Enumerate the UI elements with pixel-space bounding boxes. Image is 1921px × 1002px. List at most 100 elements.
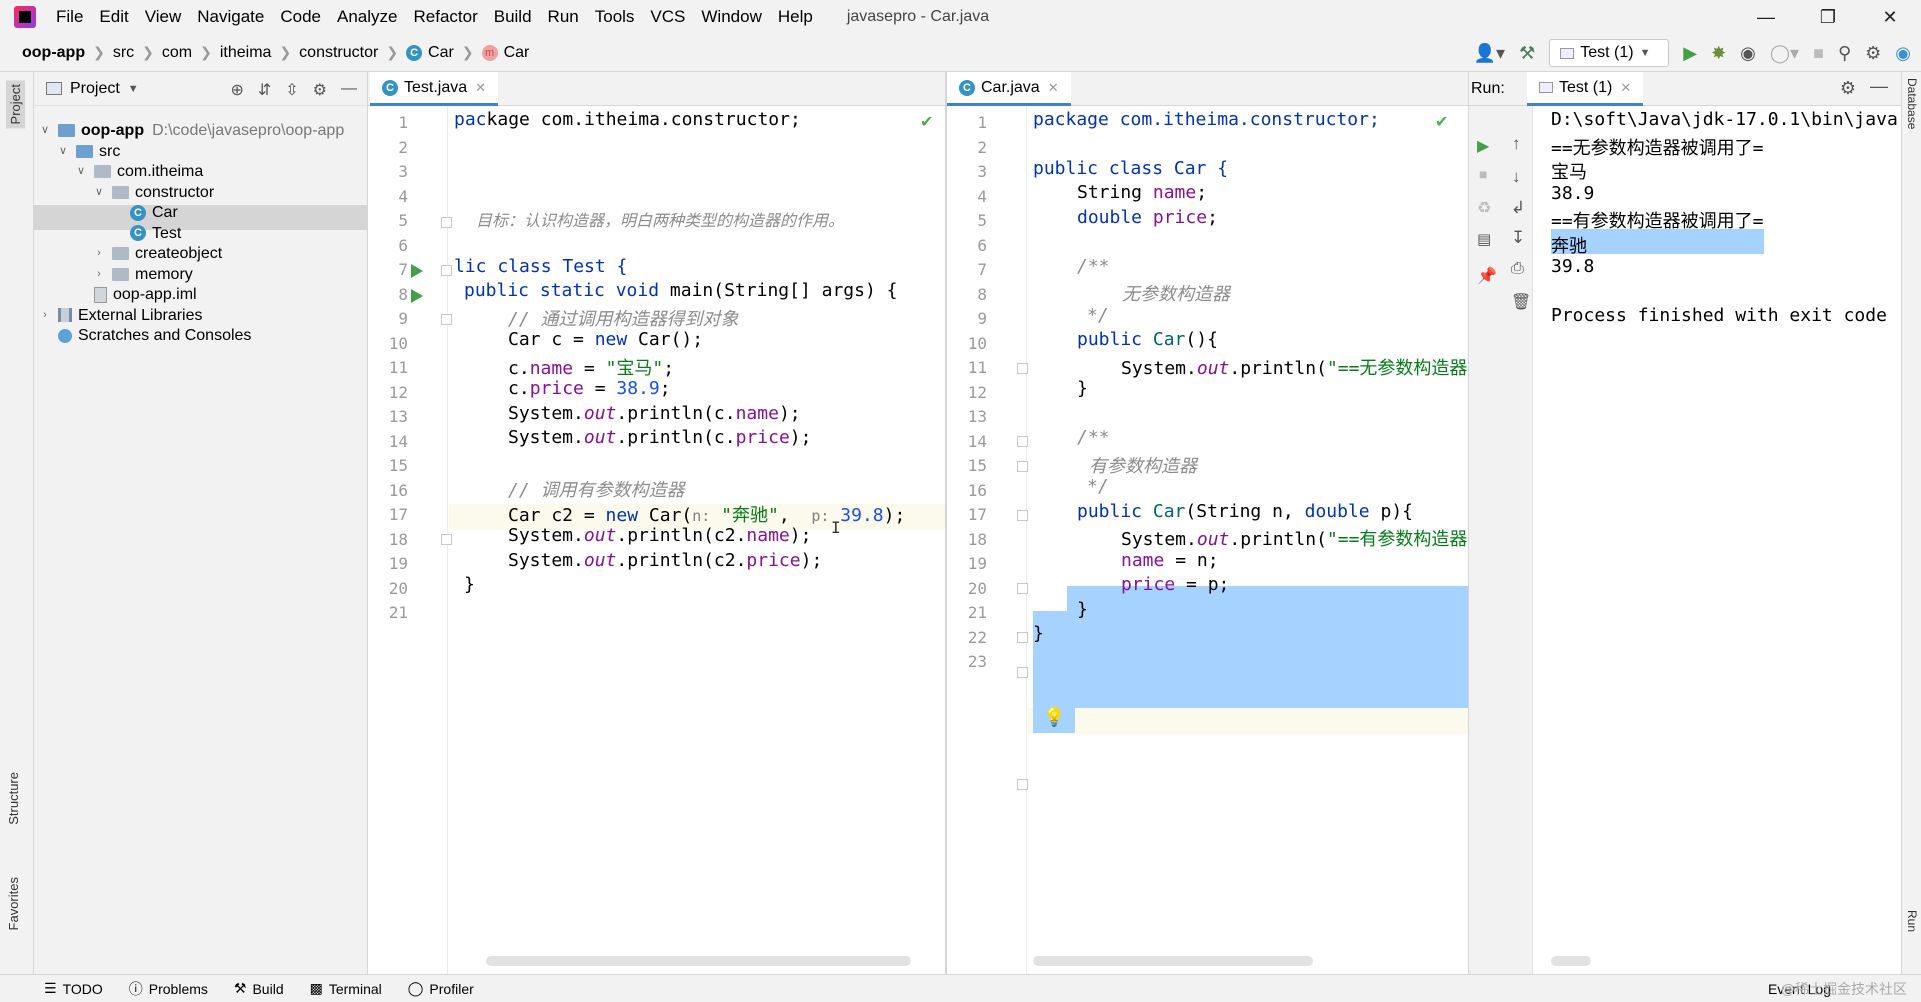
code-line-14[interactable]: /** bbox=[1077, 427, 1110, 448]
menu-code[interactable]: Code bbox=[272, 0, 329, 34]
code-line-13[interactable]: System.out.println(c.price); bbox=[508, 427, 811, 448]
layout-icon[interactable]: ▤ bbox=[1477, 230, 1491, 248]
code-line-5[interactable]: double price; bbox=[1077, 207, 1218, 228]
expand-all-icon[interactable]: ⇵ bbox=[258, 80, 271, 100]
tree-item[interactable]: Scratches and Consoles bbox=[38, 323, 251, 348]
run-configuration-select[interactable]: Test (1) ▼ bbox=[1549, 39, 1670, 67]
menu-build[interactable]: Build bbox=[486, 0, 540, 34]
stop-icon[interactable]: ■ bbox=[1479, 166, 1487, 182]
code-line-7[interactable]: public static void main(String[] args) { bbox=[464, 280, 897, 301]
code-line-6[interactable]: lic class Test { bbox=[454, 256, 627, 277]
code-line-20[interactable]: price = p; bbox=[1121, 574, 1229, 595]
todo-tool-button[interactable]: ☰ TODO bbox=[44, 980, 103, 997]
chevron-down-icon[interactable]: ∨ bbox=[38, 118, 52, 143]
terminal-tool-button[interactable]: ▩ Terminal bbox=[310, 980, 382, 997]
project-panel-title[interactable]: Project bbox=[70, 80, 120, 98]
code-line-15[interactable]: 有参数构造器 bbox=[1089, 452, 1197, 478]
close-tab-icon[interactable]: ✕ bbox=[1620, 80, 1631, 96]
code-line-7[interactable]: /** bbox=[1077, 256, 1110, 277]
fold-marker-icon[interactable] bbox=[1017, 632, 1028, 643]
fold-marker-icon[interactable] bbox=[1017, 436, 1028, 447]
chevron-down-icon[interactable]: ∨ bbox=[56, 139, 70, 164]
code-line-22[interactable]: } bbox=[1033, 623, 1044, 644]
breadcrumb-constructor[interactable]: constructor bbox=[299, 44, 378, 62]
structure-tool-tab[interactable]: Structure bbox=[6, 772, 21, 825]
hide-panel-icon[interactable]: — bbox=[1870, 76, 1888, 97]
code-line-9[interactable]: Car c = new Car(); bbox=[508, 329, 703, 350]
code-line-10[interactable]: public Car(){ bbox=[1077, 329, 1218, 350]
run-icon[interactable]: ▶ bbox=[1683, 43, 1697, 64]
fold-marker-icon[interactable] bbox=[441, 217, 452, 228]
chevron-down-icon[interactable]: ∨ bbox=[74, 159, 88, 184]
code-line-21[interactable]: } bbox=[1077, 599, 1088, 620]
menu-help[interactable]: Help bbox=[770, 0, 821, 34]
fold-marker-icon[interactable] bbox=[441, 534, 452, 545]
code-line-12[interactable]: System.out.println(c.name); bbox=[508, 403, 801, 424]
menu-analyze[interactable]: Analyze bbox=[329, 0, 405, 34]
coverage-icon[interactable]: ◉ bbox=[1740, 43, 1756, 64]
user-icon[interactable]: 👤▾ bbox=[1474, 43, 1505, 64]
problems-tool-button[interactable]: ⓘ Problems bbox=[129, 979, 208, 999]
pin-icon[interactable]: 📌 bbox=[1477, 266, 1497, 286]
run-gutter-icon[interactable] bbox=[411, 289, 423, 303]
code-line-16[interactable]: Car c2 = new Car(n: "奔驰", p: 39.8); bbox=[508, 501, 905, 527]
breadcrumb-project[interactable]: oop-app bbox=[22, 44, 85, 62]
maximize-button[interactable]: ❐ bbox=[1797, 0, 1859, 34]
fold-marker-icon[interactable] bbox=[441, 265, 452, 276]
chevron-down-icon[interactable]: ∨ bbox=[92, 180, 106, 205]
database-tool-tab[interactable]: Database bbox=[1905, 78, 1919, 129]
project-tool-tab[interactable]: Project bbox=[6, 80, 25, 129]
menu-edit[interactable]: Edit bbox=[91, 0, 136, 34]
code-line-4[interactable]: String name; bbox=[1077, 182, 1207, 203]
debug-icon[interactable]: ✸ bbox=[1711, 43, 1726, 64]
fold-marker-icon[interactable] bbox=[1017, 510, 1028, 521]
code-line-4[interactable]: 目标：认识构造器，明白两种类型的构造器的作用。 bbox=[476, 207, 844, 231]
code-line-12[interactable]: } bbox=[1077, 378, 1088, 399]
plugin-icon[interactable]: ◉ bbox=[1895, 43, 1911, 64]
fold-marker-icon[interactable] bbox=[1017, 461, 1028, 472]
close-tab-icon[interactable]: ✕ bbox=[1048, 80, 1059, 96]
lightbulb-icon[interactable]: 💡 bbox=[1043, 707, 1065, 728]
code-line-1[interactable]: package com.itheima.constructor; bbox=[1033, 109, 1380, 130]
menu-window[interactable]: Window bbox=[693, 0, 769, 34]
scroll-to-end-icon[interactable]: ↧ bbox=[1511, 228, 1525, 248]
close-tab-icon[interactable]: ✕ bbox=[475, 80, 486, 96]
fold-marker-icon[interactable] bbox=[1017, 583, 1028, 594]
stop-icon[interactable]: ■ bbox=[1813, 43, 1824, 64]
menu-vcs[interactable]: VCS bbox=[642, 0, 693, 34]
build-hammer-icon[interactable]: ⚒ bbox=[1519, 43, 1535, 64]
menu-view[interactable]: View bbox=[137, 0, 190, 34]
run-tool-tab[interactable]: Run bbox=[1905, 910, 1919, 932]
menu-navigate[interactable]: Navigate bbox=[189, 0, 272, 34]
print-icon[interactable]: ⎙ bbox=[1511, 260, 1524, 278]
code-line-17[interactable]: System.out.println(c2.name); bbox=[508, 525, 811, 546]
code-line-11[interactable]: c.price = 38.9; bbox=[508, 378, 671, 399]
code-line-8[interactable]: // 通过调用构造器得到对象 bbox=[508, 305, 739, 331]
code-line-3[interactable]: public class Car { bbox=[1033, 158, 1228, 179]
horizontal-scrollbar[interactable] bbox=[1551, 956, 1591, 966]
breadcrumb-itheima[interactable]: itheima bbox=[220, 44, 272, 62]
gear-icon[interactable]: ⚙ bbox=[313, 80, 327, 100]
gear-icon[interactable]: ⚙ bbox=[1840, 78, 1856, 99]
code-line-10[interactable]: c.name = "宝马"; bbox=[508, 354, 674, 380]
breadcrumb-method-car[interactable]: m Car bbox=[481, 44, 529, 62]
favorites-tool-tab[interactable]: Favorites bbox=[6, 877, 21, 930]
chevron-down-icon[interactable]: ▼ bbox=[128, 83, 139, 95]
search-icon[interactable]: ⚲ bbox=[1838, 43, 1851, 64]
settings-gear-icon[interactable]: ⚙ bbox=[1865, 43, 1881, 64]
code-line-1[interactable]: package com.itheima.constructor; bbox=[454, 109, 801, 130]
code-line-16[interactable]: */ bbox=[1087, 476, 1109, 497]
breadcrumb-src[interactable]: src bbox=[113, 44, 134, 62]
tab-run-test[interactable]: Test (1) ✕ bbox=[1527, 72, 1644, 106]
tab-test-java[interactable]: C Test.java ✕ bbox=[370, 72, 499, 106]
minimize-button[interactable]: — bbox=[1735, 0, 1797, 34]
menu-file[interactable]: File bbox=[48, 0, 91, 34]
menu-run[interactable]: Run bbox=[540, 0, 587, 34]
fold-marker-icon[interactable] bbox=[441, 314, 452, 325]
rerun-icon[interactable]: ▶ bbox=[1477, 136, 1489, 156]
code-line-17[interactable]: public Car(String n, double p){ bbox=[1077, 501, 1413, 522]
fold-marker-icon[interactable] bbox=[1017, 667, 1028, 678]
code-line-19[interactable]: } bbox=[464, 574, 475, 595]
fold-marker-icon[interactable] bbox=[1017, 363, 1028, 374]
horizontal-scrollbar[interactable] bbox=[1033, 956, 1313, 966]
